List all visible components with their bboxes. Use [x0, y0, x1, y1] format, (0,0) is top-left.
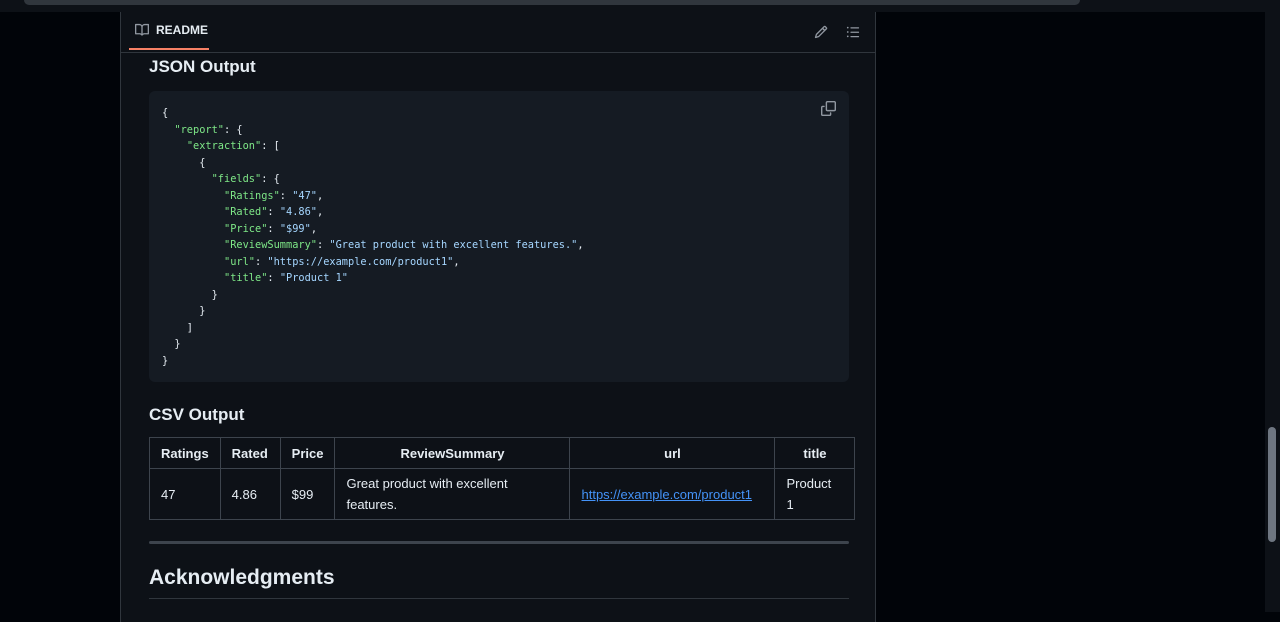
review-summary-line: features.: [346, 497, 398, 512]
browser-top-bar: [0, 0, 1280, 12]
code-line: "Ratings": "47",: [224, 189, 324, 202]
pencil-icon[interactable]: [813, 24, 829, 40]
readme-panel: README JSON Output { "report": { "extrac…: [120, 12, 876, 622]
code-line: "url": "https://example.com/product1",: [224, 255, 460, 268]
code-line: }: [162, 338, 181, 350]
code-line: "fields": {: [211, 173, 280, 185]
json-code: { "report": { "extraction": [ { "fields"…: [162, 105, 584, 369]
acknowledgments-heading: Acknowledgments: [149, 566, 849, 599]
code-line: "Price": "$99",: [224, 222, 318, 235]
code-line: {: [162, 107, 169, 119]
json-output-heading: JSON Output: [149, 57, 256, 76]
title-line: 1: [786, 497, 794, 512]
column-header: Price: [279, 437, 336, 469]
cell-rated: 4.86: [219, 468, 281, 520]
readme-tab[interactable]: README: [129, 12, 209, 50]
csv-output-heading: CSV Output: [149, 405, 245, 424]
cell-price: $99: [279, 468, 336, 520]
column-header: url: [569, 437, 776, 469]
cell-url: https://example.com/product1: [569, 468, 776, 520]
cell-review-summary: Great product with excellent features.: [334, 468, 571, 520]
code-line: }: [162, 305, 206, 317]
json-code-block: { "report": { "extraction": [ { "fields"…: [149, 91, 849, 382]
book-icon: [135, 23, 149, 37]
code-line: "title": "Product 1": [224, 272, 349, 284]
review-summary-line: Great product with excellent: [346, 476, 508, 491]
code-line: ]: [162, 321, 193, 334]
column-header: Ratings: [149, 437, 221, 469]
column-header: ReviewSummary: [334, 437, 571, 469]
code-line: {: [162, 156, 206, 169]
cell-ratings: 47: [149, 468, 221, 520]
csv-table: Ratings Rated Price ReviewSummary url ti…: [149, 437, 856, 520]
table-header-row: Ratings Rated Price ReviewSummary url ti…: [149, 437, 856, 469]
column-header: Rated: [219, 437, 281, 469]
code-line: }: [162, 354, 169, 367]
address-bar-edge: [24, 0, 1080, 5]
code-line: "extraction": [: [186, 140, 280, 152]
table-row: 47 4.86 $99 Great product with excellent…: [149, 468, 856, 520]
code-line: "report": {: [174, 123, 243, 136]
list-icon[interactable]: [845, 24, 861, 40]
cell-title: Product 1: [774, 468, 856, 520]
readme-header: README: [121, 12, 875, 53]
product-url-link[interactable]: https://example.com/product1: [581, 487, 752, 502]
page-scrollbar[interactable]: [1265, 12, 1280, 612]
copy-icon[interactable]: [821, 101, 837, 117]
code-line: "ReviewSummary": "Great product with exc…: [224, 239, 584, 251]
column-header: title: [774, 437, 856, 469]
scrollbar-thumb[interactable]: [1268, 427, 1276, 542]
title-line: Product: [786, 476, 832, 491]
code-line: "Rated": "4.86",: [224, 206, 324, 218]
code-line: }: [162, 288, 218, 301]
readme-tab-label: README: [156, 23, 209, 37]
horizontal-rule: [149, 541, 849, 544]
